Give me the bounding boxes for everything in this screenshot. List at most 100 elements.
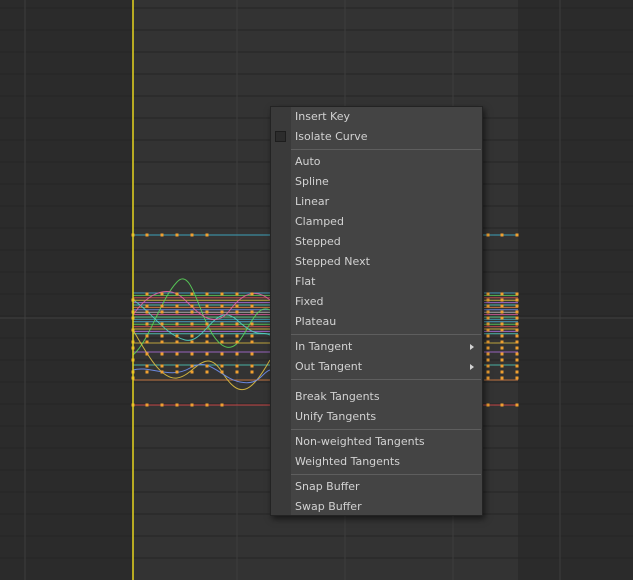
keyframe bbox=[250, 310, 254, 314]
menu-item-break-tangents[interactable]: Break Tangents bbox=[271, 387, 482, 407]
menu-item-label: Clamped bbox=[295, 215, 344, 228]
menu-item-in-tangent[interactable]: In Tangent bbox=[271, 337, 482, 357]
keyframe bbox=[175, 310, 179, 314]
keyframe bbox=[250, 340, 254, 344]
isolate-curve-checkbox[interactable] bbox=[275, 131, 286, 142]
keyframe bbox=[205, 403, 209, 407]
keyframe bbox=[250, 334, 254, 338]
menu-item-label: Stepped Next bbox=[295, 255, 370, 268]
keyframe bbox=[145, 292, 149, 296]
keyframe bbox=[486, 334, 490, 338]
menu-item-non-weighted-tangents[interactable]: Non-weighted Tangents bbox=[271, 432, 482, 452]
keyframe bbox=[486, 352, 490, 356]
keyframe bbox=[145, 304, 149, 308]
keyframe bbox=[515, 346, 519, 350]
keyframe bbox=[190, 370, 194, 374]
keyframe bbox=[175, 340, 179, 344]
menu-item-unify-tangents[interactable]: Unify Tangents bbox=[271, 407, 482, 427]
keyframe bbox=[250, 352, 254, 356]
menu-item-fixed[interactable]: Fixed bbox=[271, 292, 482, 312]
keyframe bbox=[145, 352, 149, 356]
keyframe bbox=[175, 292, 179, 296]
keyframe bbox=[515, 376, 519, 380]
menu-item-snap-buffer[interactable]: Snap Buffer bbox=[271, 477, 482, 497]
keyframe bbox=[190, 322, 194, 326]
menu-item-label: Weighted Tangents bbox=[295, 455, 400, 468]
keyframe bbox=[205, 292, 209, 296]
menu-item-linear[interactable]: Linear bbox=[271, 192, 482, 212]
menu-item-label: Out Tangent bbox=[295, 360, 363, 373]
keyframe bbox=[486, 292, 490, 296]
keyframe bbox=[220, 364, 224, 368]
keyframe bbox=[220, 322, 224, 326]
menu-item-insert-key[interactable]: Insert Key bbox=[271, 107, 482, 127]
keyframe bbox=[235, 292, 239, 296]
keyframe bbox=[175, 304, 179, 308]
keyframe bbox=[515, 328, 519, 332]
keyframe bbox=[205, 364, 209, 368]
keyframe bbox=[235, 334, 239, 338]
keyframe bbox=[190, 403, 194, 407]
keyframe bbox=[145, 310, 149, 314]
menu-item-weighted-tangents[interactable]: Weighted Tangents bbox=[271, 452, 482, 472]
menu-item-clamped[interactable]: Clamped bbox=[271, 212, 482, 232]
menu-item-label: Linear bbox=[295, 195, 330, 208]
menu-item-out-tangent[interactable]: Out Tangent bbox=[271, 357, 482, 377]
keyframe bbox=[160, 403, 164, 407]
keyframe bbox=[250, 370, 254, 374]
menu-item-plateau[interactable]: Plateau bbox=[271, 312, 482, 332]
keyframe bbox=[175, 334, 179, 338]
keyframe bbox=[235, 352, 239, 356]
keyframe bbox=[220, 304, 224, 308]
keyframe bbox=[160, 334, 164, 338]
menu-item-label: Spline bbox=[295, 175, 329, 188]
keyframe bbox=[500, 292, 504, 296]
keyframe bbox=[486, 403, 490, 407]
menu-item-label: Snap Buffer bbox=[295, 480, 360, 493]
keyframe bbox=[160, 340, 164, 344]
menu-item-stepped[interactable]: Stepped bbox=[271, 232, 482, 252]
menu-item-stepped-next[interactable]: Stepped Next bbox=[271, 252, 482, 272]
submenu-arrow-icon bbox=[470, 344, 474, 350]
keyframe bbox=[515, 233, 519, 237]
keyframe bbox=[190, 364, 194, 368]
keyframe bbox=[205, 304, 209, 308]
keyframe bbox=[500, 304, 504, 308]
keyframe bbox=[250, 304, 254, 308]
menu-item-auto[interactable]: Auto bbox=[271, 152, 482, 172]
menu-item-isolate-curve[interactable]: Isolate Curve bbox=[271, 127, 482, 147]
menu-item-spline[interactable]: Spline bbox=[271, 172, 482, 192]
keyframe bbox=[500, 376, 504, 380]
keyframe bbox=[175, 352, 179, 356]
keyframe bbox=[500, 233, 504, 237]
keyframe bbox=[235, 310, 239, 314]
keyframe bbox=[515, 298, 519, 302]
keyframe bbox=[160, 292, 164, 296]
keyframe bbox=[160, 370, 164, 374]
menu-item-label: Swap Buffer bbox=[295, 500, 362, 513]
keyframe bbox=[515, 352, 519, 356]
menu-item-label: Unify Tangents bbox=[295, 410, 377, 423]
menu-separator bbox=[291, 379, 481, 380]
keyframe bbox=[250, 364, 254, 368]
keyframe bbox=[220, 352, 224, 356]
keyframe bbox=[486, 370, 490, 374]
keyframe bbox=[486, 322, 490, 326]
keyframe bbox=[220, 310, 224, 314]
keyframe bbox=[160, 364, 164, 368]
keyframe bbox=[515, 310, 519, 314]
keyframe bbox=[205, 310, 209, 314]
keyframe bbox=[235, 304, 239, 308]
keyframe bbox=[235, 370, 239, 374]
keyframe bbox=[500, 346, 504, 350]
menu-item-flat[interactable]: Flat bbox=[271, 272, 482, 292]
keyframe bbox=[220, 292, 224, 296]
menu-item-swap-buffer[interactable]: Swap Buffer bbox=[271, 497, 482, 517]
keyframe bbox=[160, 233, 164, 237]
context-menu: Insert Key Isolate Curve Auto Spline Lin… bbox=[270, 106, 483, 516]
keyframe bbox=[220, 370, 224, 374]
keyframe bbox=[486, 376, 490, 380]
keyframe bbox=[515, 364, 519, 368]
menu-item-label: Fixed bbox=[295, 295, 324, 308]
keyframe bbox=[486, 358, 490, 362]
